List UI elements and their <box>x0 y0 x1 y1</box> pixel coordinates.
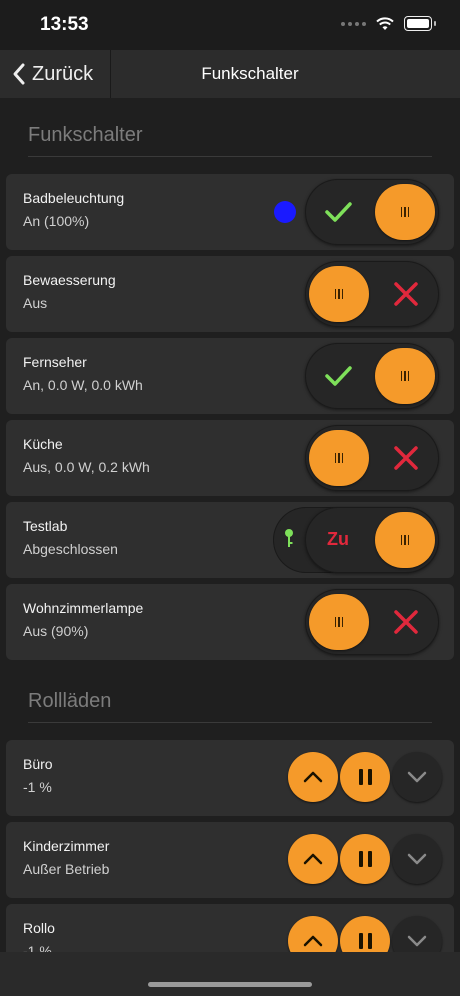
grip-icon <box>334 289 344 299</box>
grip-icon <box>400 535 410 545</box>
lock-state-label: Zu <box>327 529 349 549</box>
chevron-down-icon <box>407 771 427 783</box>
chevron-down-icon <box>407 935 427 947</box>
shutter-up-button[interactable] <box>288 834 338 884</box>
key-icon[interactable] <box>283 528 295 550</box>
battery-icon <box>404 16 432 31</box>
chevron-up-icon <box>303 771 323 783</box>
x-icon <box>394 446 418 470</box>
switch-name: Küche <box>23 436 63 452</box>
toggle-knob[interactable] <box>375 512 435 568</box>
shutter-status: -1 % <box>23 943 52 952</box>
chevron-down-icon <box>407 853 427 865</box>
shutter-stop-button[interactable] <box>340 916 390 952</box>
wifi-icon <box>376 16 394 30</box>
section-title-switches: Funkschalter <box>28 124 143 146</box>
switch-toggle[interactable] <box>305 589 439 655</box>
grip-icon <box>400 207 410 217</box>
pause-icon <box>358 769 372 785</box>
shutter-card-buero: Büro -1 % <box>6 740 454 816</box>
switch-card-testlab: Testlab Abgeschlossen Zu <box>6 502 454 578</box>
switch-card-kueche: Küche Aus, 0.0 W, 0.2 kWh <box>6 420 454 496</box>
status-bar: 13:53 <box>0 0 460 50</box>
switch-name: Fernseher <box>23 354 87 370</box>
toggle-knob[interactable] <box>375 348 435 404</box>
switch-toggle[interactable] <box>305 179 439 245</box>
shutter-status: Außer Betrieb <box>23 861 110 877</box>
toggle-knob[interactable] <box>309 594 369 650</box>
chevron-left-icon <box>13 63 25 85</box>
shutter-card-rollo: Rollo -1 % <box>6 904 454 952</box>
switch-status: An, 0.0 W, 0.0 kWh <box>23 377 143 393</box>
switch-card-bewaesserung: Bewaesserung Aus <box>6 256 454 332</box>
switch-toggle[interactable] <box>305 425 439 491</box>
toggle-knob[interactable] <box>309 430 369 486</box>
shutter-down-button[interactable] <box>392 752 442 802</box>
toggle-knob[interactable] <box>309 266 369 322</box>
back-button[interactable]: Zurück <box>0 50 111 98</box>
color-indicator-dot <box>274 201 296 223</box>
section-divider <box>28 722 432 723</box>
shutter-name: Kinderzimmer <box>23 838 110 854</box>
shutter-down-button[interactable] <box>392 834 442 884</box>
nav-bar: Zurück Funkschalter <box>0 50 460 99</box>
switch-status: An (100%) <box>23 213 90 229</box>
status-time: 13:53 <box>40 14 89 35</box>
x-icon <box>394 282 418 306</box>
chevron-up-icon <box>303 853 323 865</box>
switch-status: Aus (90%) <box>23 623 89 639</box>
home-indicator[interactable] <box>148 982 312 987</box>
content-scroll[interactable]: Funkschalter Badbeleuchtung An (100%) Be… <box>0 98 460 952</box>
status-icons <box>341 16 436 31</box>
switch-name: Testlab <box>23 518 68 534</box>
grip-icon <box>334 453 344 463</box>
shutter-name: Büro <box>23 756 53 772</box>
chevron-up-icon <box>303 935 323 947</box>
switch-toggle[interactable] <box>305 343 439 409</box>
bottom-bar <box>0 952 460 996</box>
switch-status: Aus <box>23 295 48 311</box>
switch-card-wohnzimmerlampe: Wohnzimmerlampe Aus (90%) <box>6 584 454 660</box>
shutter-name: Rollo <box>23 920 55 936</box>
shutter-down-button[interactable] <box>392 916 442 952</box>
cellular-signal-icon <box>341 21 366 26</box>
switch-name: Badbeleuchtung <box>23 190 125 206</box>
switch-toggle[interactable] <box>305 261 439 327</box>
shutter-status: -1 % <box>23 779 52 795</box>
x-icon <box>394 610 418 634</box>
shutter-card-kinderzimmer: Kinderzimmer Außer Betrieb <box>6 822 454 898</box>
switch-card-fernseher: Fernseher An, 0.0 W, 0.0 kWh <box>6 338 454 414</box>
section-title-shutters: Rollläden <box>28 690 112 712</box>
shutter-up-button[interactable] <box>288 916 338 952</box>
section-divider <box>28 156 432 157</box>
pause-icon <box>358 933 372 949</box>
switch-name: Bewaesserung <box>23 272 116 288</box>
pause-icon <box>358 851 372 867</box>
toggle-knob[interactable] <box>375 184 435 240</box>
lock-toggle[interactable]: Zu <box>305 507 439 573</box>
back-label: Zurück <box>32 62 94 85</box>
switch-status: Abgeschlossen <box>23 541 118 557</box>
switch-status: Aus, 0.0 W, 0.2 kWh <box>23 459 150 475</box>
shutter-stop-button[interactable] <box>340 752 390 802</box>
switch-name: Wohnzimmerlampe <box>23 600 144 616</box>
battery-tip <box>434 21 436 26</box>
shutter-stop-button[interactable] <box>340 834 390 884</box>
shutter-up-button[interactable] <box>288 752 338 802</box>
check-icon <box>325 202 352 222</box>
page-title: Funkschalter <box>201 64 299 83</box>
grip-icon <box>400 371 410 381</box>
switch-card-badbeleuchtung: Badbeleuchtung An (100%) <box>6 174 454 250</box>
check-icon <box>325 366 352 386</box>
grip-icon <box>334 617 344 627</box>
